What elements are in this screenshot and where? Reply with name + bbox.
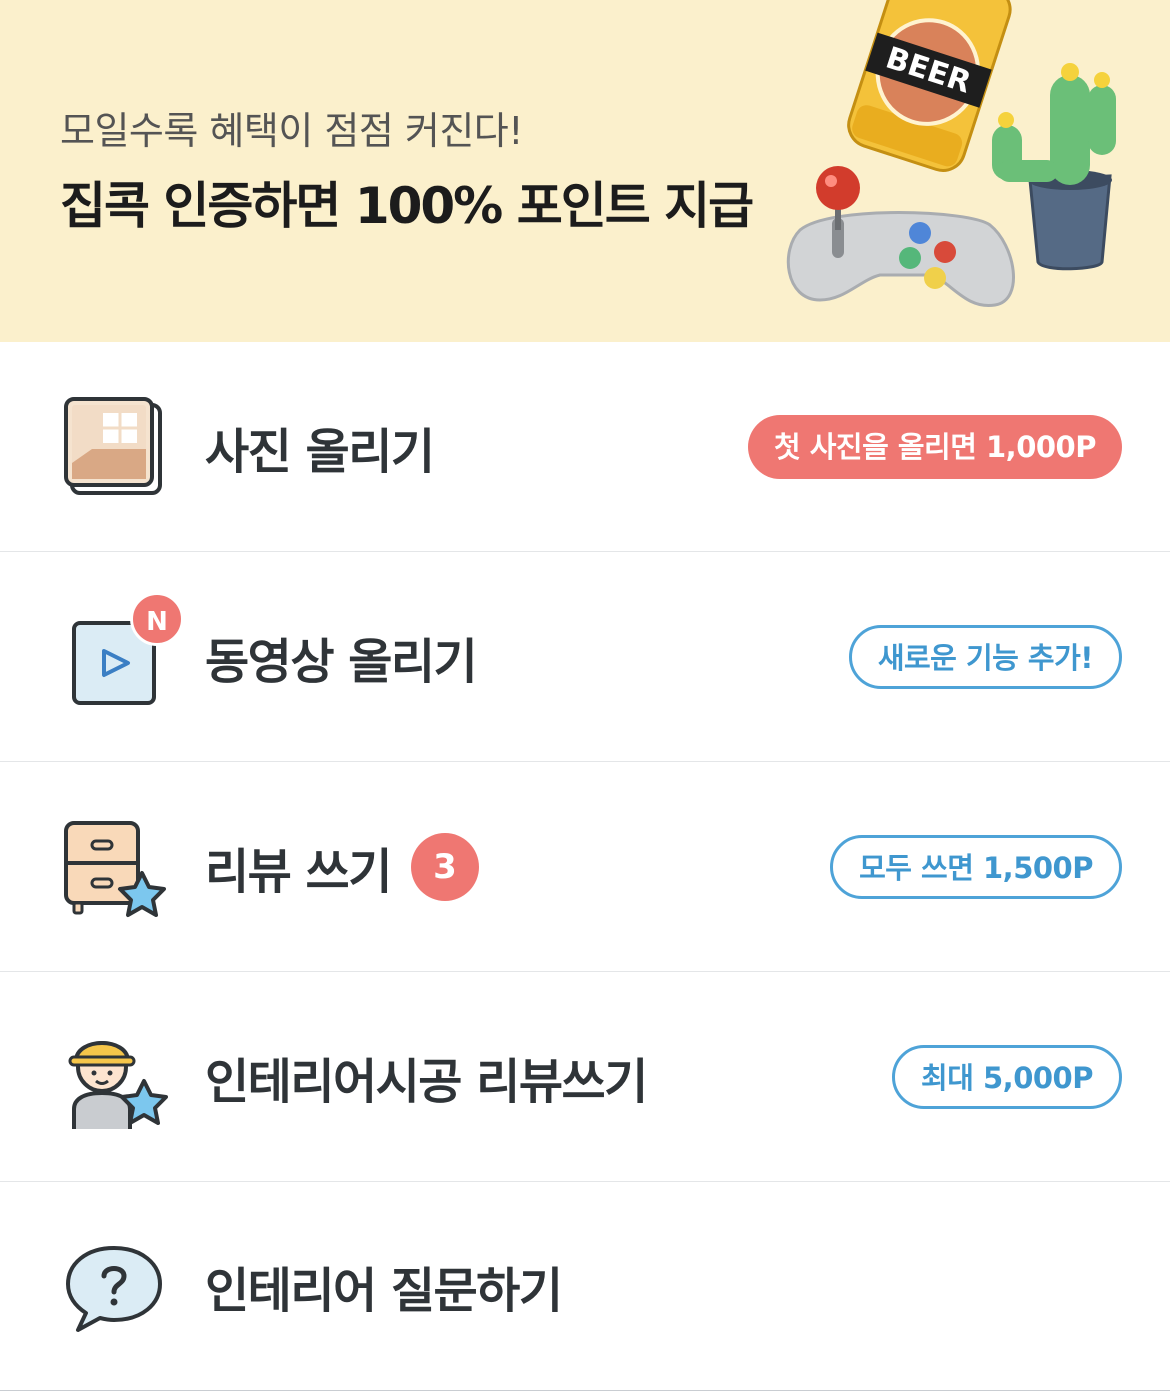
banner-title: 집콕 인증하면 100% 포인트 지급 (60, 177, 754, 235)
review-count-badge: 3 (411, 832, 479, 901)
menu-item-label: 동영상 올리기 (205, 633, 478, 690)
question-bubble-icon (58, 1230, 170, 1342)
cabinet-star-icon (58, 811, 170, 923)
upload-menu: 사진 올리기 첫 사진을 올리면 1,000P N 동영상 올리기 새로운 기능… (0, 342, 1170, 1391)
menu-item-ask-question[interactable]: 인테리어 질문하기 (0, 1182, 1170, 1391)
construction-review-reward-badge: 최대 5,000P (892, 1044, 1122, 1109)
menu-item-label: 리뷰 쓰기 (205, 843, 392, 900)
promo-banner[interactable]: 모일수록 혜택이 점점 커진다! 집콕 인증하면 100% 포인트 지급 BEE… (0, 0, 1170, 342)
menu-item-video-upload[interactable]: N 동영상 올리기 새로운 기능 추가! (0, 552, 1170, 762)
new-badge: N (130, 592, 184, 646)
cactus-icon (992, 63, 1116, 271)
menu-item-construction-review[interactable]: 인테리어시공 리뷰쓰기 최대 5,000P (0, 972, 1170, 1182)
new-feature-badge: 새로운 기능 추가! (848, 624, 1122, 689)
worker-star-icon (58, 1021, 170, 1133)
menu-item-label: 인테리어 질문하기 (205, 1263, 563, 1319)
menu-item-label: 인테리어시공 리뷰쓰기 (205, 1053, 648, 1110)
beer-can-icon: BEER (847, 0, 1012, 172)
game-controller-icon (786, 166, 1015, 308)
first-photo-reward-badge: 첫 사진을 올리면 1,000P (747, 414, 1122, 479)
menu-item-photo-upload[interactable]: 사진 올리기 첫 사진을 올리면 1,000P (0, 342, 1170, 552)
photo-icon (58, 391, 170, 503)
menu-item-label: 사진 올리기 (205, 423, 435, 480)
menu-item-write-review[interactable]: 리뷰 쓰기 3 모두 쓰면 1,500P (0, 762, 1170, 972)
review-reward-badge: 모두 쓰면 1,500P (830, 834, 1122, 899)
banner-subtitle: 모일수록 혜택이 점점 커진다! (60, 109, 524, 153)
banner-illustration: BEER (786, 0, 1116, 308)
